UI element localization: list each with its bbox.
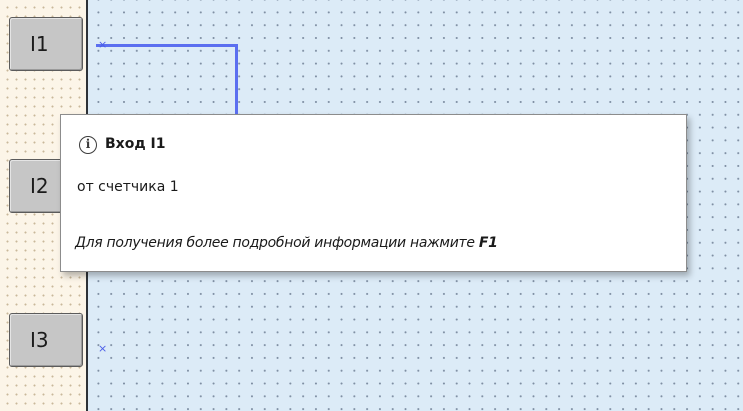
input-block-label: I2: [30, 174, 49, 198]
connection-wire-vertical[interactable]: [235, 44, 238, 116]
output-pin-i1[interactable]: ×: [98, 39, 107, 50]
output-pin-i3[interactable]: ×: [98, 343, 107, 354]
connection-wire-horizontal[interactable]: [96, 44, 238, 47]
tooltip-title: Вход I1: [105, 136, 166, 152]
input-block-i3[interactable]: I3: [9, 313, 83, 367]
input-block-label: I3: [30, 328, 49, 352]
input-block-label: I1: [30, 32, 49, 56]
tooltip-help-hint: Для получения более подробной информации…: [75, 235, 498, 251]
info-icon: i: [79, 136, 97, 154]
tooltip-description: от счетчика 1: [77, 179, 179, 195]
input-tooltip: i Вход I1 от счетчика 1 Для получения бо…: [60, 114, 687, 272]
input-block-i1[interactable]: I1: [9, 17, 83, 71]
tooltip-hint-key: F1: [478, 235, 498, 251]
tooltip-hint-text: Для получения более подробной информации…: [75, 235, 475, 251]
